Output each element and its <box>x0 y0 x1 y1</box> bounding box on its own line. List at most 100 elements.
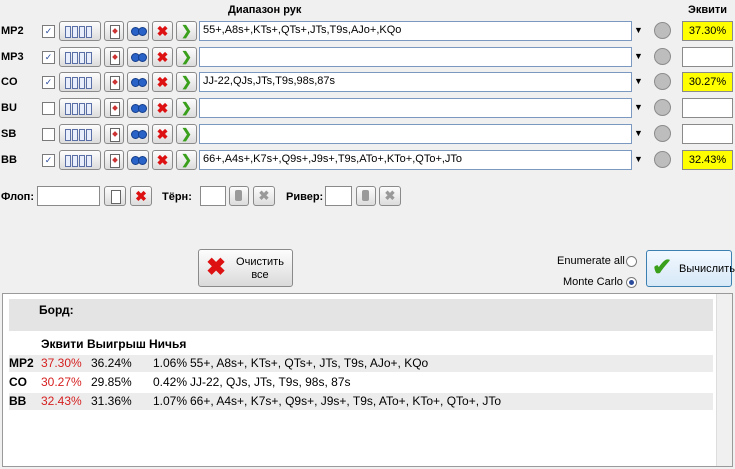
chevron-down-icon[interactable]: ▼ <box>634 25 643 35</box>
card-icon <box>86 103 92 115</box>
random-range-button[interactable] <box>127 72 149 92</box>
flop-card-button[interactable] <box>104 186 126 206</box>
range-matrix-button[interactable] <box>59 47 101 67</box>
card-icon <box>72 26 78 38</box>
apply-range-button[interactable]: ❯ <box>176 47 197 67</box>
clear-range-button[interactable]: ✖ <box>152 98 173 118</box>
close-icon: ✖ <box>156 126 169 142</box>
flop-label: Флоп: <box>1 191 34 203</box>
enumerate-label: Enumerate all <box>557 255 625 267</box>
equity-field: 37.30% <box>682 21 733 41</box>
card-icon <box>72 103 78 115</box>
range-input[interactable] <box>199 47 632 67</box>
enumerate-radio[interactable] <box>626 256 637 267</box>
clear-range-button[interactable]: ✖ <box>152 72 173 92</box>
random-range-button[interactable] <box>127 47 149 67</box>
turn-clear-button[interactable]: ✖ <box>253 186 275 206</box>
apply-range-button[interactable]: ❯ <box>176 150 197 170</box>
board-header: Борд: <box>9 299 713 331</box>
col-win: Выигрыш <box>87 337 146 351</box>
result-equity: 37.30% <box>41 356 82 370</box>
range-input[interactable]: 55+,A8s+,KTs+,QTs+,JTs,T9s,AJo+,KQo <box>199 21 632 41</box>
range-input[interactable]: JJ-22,QJs,JTs,T9s,98s,87s <box>199 72 632 92</box>
select-cards-button[interactable] <box>104 47 124 67</box>
equity-field <box>682 124 733 144</box>
equity-field: 30.27% <box>682 72 733 92</box>
chip-icon <box>138 130 147 139</box>
clear-range-button[interactable]: ✖ <box>152 124 173 144</box>
random-range-button[interactable] <box>127 124 149 144</box>
flop-input[interactable] <box>37 186 100 206</box>
range-matrix-button[interactable] <box>59 150 101 170</box>
chip-icon <box>138 27 147 36</box>
calculate-button[interactable]: ✔ Вычислить <box>646 250 735 287</box>
river-input[interactable] <box>325 186 352 206</box>
arrow-right-icon: ❯ <box>181 74 192 89</box>
chip-icon <box>138 156 147 165</box>
select-cards-button[interactable] <box>104 98 124 118</box>
range-input[interactable] <box>199 124 632 144</box>
results-panel: Борд: Эквити Выигрыш Ничья MP2 37.30% 36.2… <box>2 293 733 467</box>
apply-range-button[interactable]: ❯ <box>176 72 197 92</box>
player-checkbox[interactable] <box>42 128 55 141</box>
flop-clear-button[interactable]: ✖ <box>130 186 152 206</box>
montecarlo-label: Monte Carlo <box>563 276 623 288</box>
card-icon <box>110 154 120 168</box>
close-icon: ✖ <box>156 100 169 116</box>
player-checkbox[interactable]: ✓ <box>42 51 55 64</box>
card-icon <box>110 51 120 65</box>
player-checkbox[interactable]: ✓ <box>42 154 55 167</box>
apply-range-button[interactable]: ❯ <box>176 21 197 41</box>
close-icon: ✖ <box>156 152 169 168</box>
random-range-button[interactable] <box>127 150 149 170</box>
chevron-down-icon[interactable]: ▼ <box>634 128 643 138</box>
result-hand: JJ-22, QJs, JTs, T9s, 98s, 87s <box>190 375 351 389</box>
chevron-down-icon[interactable]: ▼ <box>634 51 643 61</box>
turn-card-button[interactable] <box>229 186 249 206</box>
card-icon <box>65 52 71 64</box>
clear-range-button[interactable]: ✖ <box>152 150 173 170</box>
range-input[interactable]: 66+,A4s+,K7s+,Q9s+,J9s+,T9s,ATo+,KTo+,QT… <box>199 150 632 170</box>
result-position: CO <box>9 375 27 389</box>
range-input[interactable] <box>199 98 632 118</box>
apply-range-button[interactable]: ❯ <box>176 124 197 144</box>
apply-range-button[interactable]: ❯ <box>176 98 197 118</box>
range-matrix-button[interactable] <box>59 72 101 92</box>
close-icon: ✖ <box>206 254 227 281</box>
random-range-button[interactable] <box>127 21 149 41</box>
card-icon <box>65 155 71 167</box>
random-range-button[interactable] <box>127 98 149 118</box>
card-icon <box>86 77 92 89</box>
player-checkbox[interactable]: ✓ <box>42 76 55 89</box>
clear-range-button[interactable]: ✖ <box>152 47 173 67</box>
player-checkbox[interactable] <box>42 102 55 115</box>
clear-all-label: Очистить все <box>236 256 284 281</box>
arrow-right-icon: ❯ <box>181 152 192 167</box>
scrollbar[interactable] <box>716 294 732 466</box>
board-label: Борд: <box>39 303 74 317</box>
range-matrix-button[interactable] <box>59 98 101 118</box>
range-matrix-button[interactable] <box>59 124 101 144</box>
turn-input[interactable] <box>200 186 226 206</box>
montecarlo-radio[interactable] <box>626 277 637 288</box>
river-card-button[interactable] <box>356 186 376 206</box>
position-label: CO <box>1 76 18 88</box>
select-cards-button[interactable] <box>104 21 124 41</box>
select-cards-button[interactable] <box>104 124 124 144</box>
range-matrix-button[interactable] <box>59 21 101 41</box>
chevron-down-icon[interactable]: ▼ <box>634 154 643 164</box>
river-clear-button[interactable]: ✖ <box>379 186 401 206</box>
chevron-down-icon[interactable]: ▼ <box>634 76 643 86</box>
close-icon: ✖ <box>384 188 396 203</box>
card-icon <box>86 129 92 141</box>
card-icon <box>86 155 92 167</box>
card-icon <box>362 190 369 201</box>
select-cards-button[interactable] <box>104 72 124 92</box>
result-win: 36.24% <box>91 356 132 370</box>
select-cards-button[interactable] <box>104 150 124 170</box>
clear-range-button[interactable]: ✖ <box>152 21 173 41</box>
chevron-down-icon[interactable]: ▼ <box>634 102 643 112</box>
player-checkbox[interactable]: ✓ <box>42 25 55 38</box>
clear-all-button[interactable]: ✖ Очистить все <box>198 249 293 287</box>
equity-field <box>682 47 733 67</box>
